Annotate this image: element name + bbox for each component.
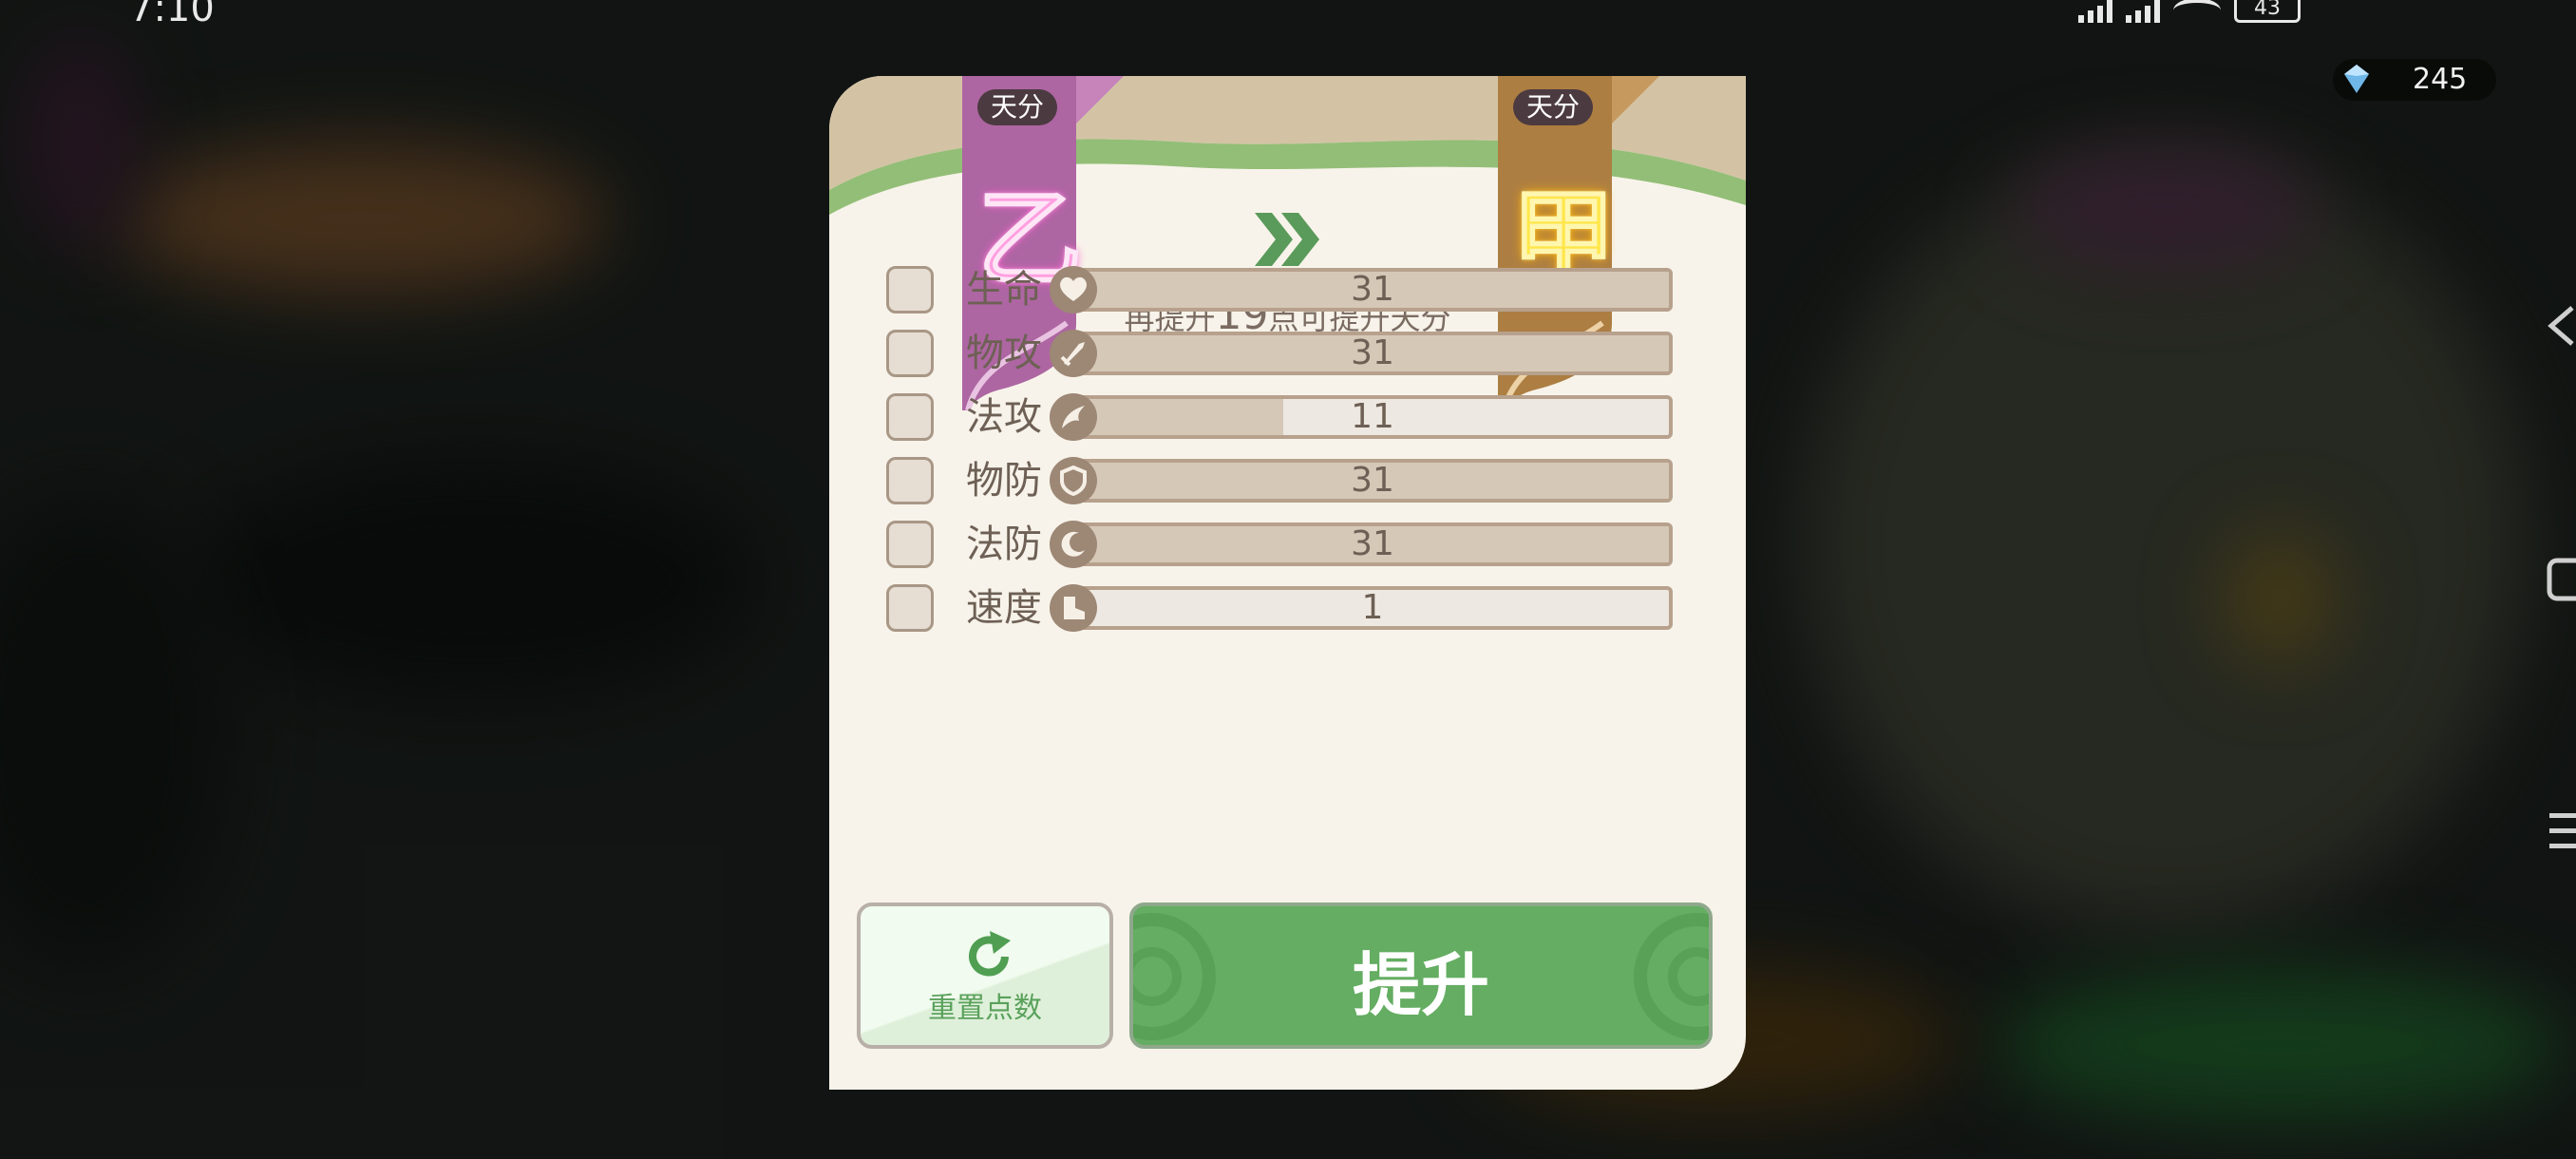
stat-checkbox[interactable] — [886, 266, 934, 314]
stat-checkbox[interactable] — [886, 521, 934, 568]
reset-points-label: 重置点数 — [928, 992, 1042, 1025]
stat-bar: 31 — [1072, 522, 1673, 566]
next-grade-tag: 天分 — [1513, 89, 1594, 125]
stat-row: 物防 31 — [886, 457, 1703, 504]
reset-points-button[interactable]: 重置点数 — [857, 902, 1113, 1049]
upgrade-label: 提升 — [1352, 945, 1489, 1025]
stat-label: 物攻 — [966, 332, 1042, 375]
magic-icon — [1050, 393, 1097, 441]
upgrade-button[interactable]: 提升 — [1129, 902, 1713, 1049]
stat-checkbox[interactable] — [886, 330, 934, 377]
stat-row: 物攻 31 — [886, 330, 1703, 377]
stat-checkbox[interactable] — [886, 393, 934, 441]
stat-label: 法防 — [966, 522, 1042, 566]
battery-icon: 43 — [2234, 0, 2301, 23]
talent-upgrade-dialog: 天分 乙 天分 甲 再提升19点可提升天分 生命 31 物攻 31 法攻 11 物防 31 法防… — [829, 76, 1746, 1090]
stat-label: 速度 — [966, 586, 1042, 630]
stat-label: 物防 — [966, 459, 1042, 503]
currency-amount: 245 — [2413, 63, 2468, 96]
double-chevron-right-icon — [1255, 213, 1319, 266]
stat-bar: 11 — [1072, 395, 1673, 439]
stat-value: 31 — [1351, 524, 1394, 563]
boot-icon — [1050, 584, 1097, 632]
signal-icon — [2078, 0, 2112, 23]
gem-icon — [2344, 65, 2369, 93]
back-nav-icon[interactable] — [2544, 302, 2576, 350]
wifi-icon — [2173, 0, 2221, 23]
stat-value: 31 — [1351, 270, 1394, 309]
stat-bar: 31 — [1072, 268, 1673, 312]
stat-bar: 31 — [1072, 332, 1673, 375]
stat-bar: 31 — [1072, 459, 1673, 503]
stat-label: 生命 — [966, 268, 1042, 312]
current-grade-tag: 天分 — [977, 89, 1058, 125]
menu-nav-icon[interactable] — [2544, 809, 2576, 853]
clock: 7:10 — [129, 0, 215, 30]
stat-checkbox[interactable] — [886, 584, 934, 632]
home-nav-icon[interactable] — [2544, 557, 2576, 602]
stat-value: 31 — [1351, 461, 1394, 500]
stat-checkbox[interactable] — [886, 457, 934, 504]
heart-icon — [1050, 266, 1097, 314]
stat-value: 1 — [1361, 588, 1384, 627]
sword-icon — [1050, 330, 1097, 377]
refresh-icon — [969, 931, 1011, 977]
stat-row: 生命 31 — [886, 266, 1703, 314]
system-status-icons: 43 — [2078, 0, 2301, 23]
moon-shield-icon — [1050, 521, 1097, 568]
stat-row: 速度 1 — [886, 584, 1703, 632]
stat-row: 法攻 11 — [886, 393, 1703, 441]
stat-row: 法防 31 — [886, 521, 1703, 568]
stat-label: 法攻 — [966, 395, 1042, 439]
shield-icon — [1050, 457, 1097, 504]
currency-counter[interactable]: 245 — [2333, 59, 2496, 101]
signal-icon — [2126, 0, 2160, 23]
stat-value: 11 — [1351, 397, 1394, 436]
stat-value: 31 — [1351, 333, 1394, 372]
stat-bar: 1 — [1072, 586, 1673, 630]
